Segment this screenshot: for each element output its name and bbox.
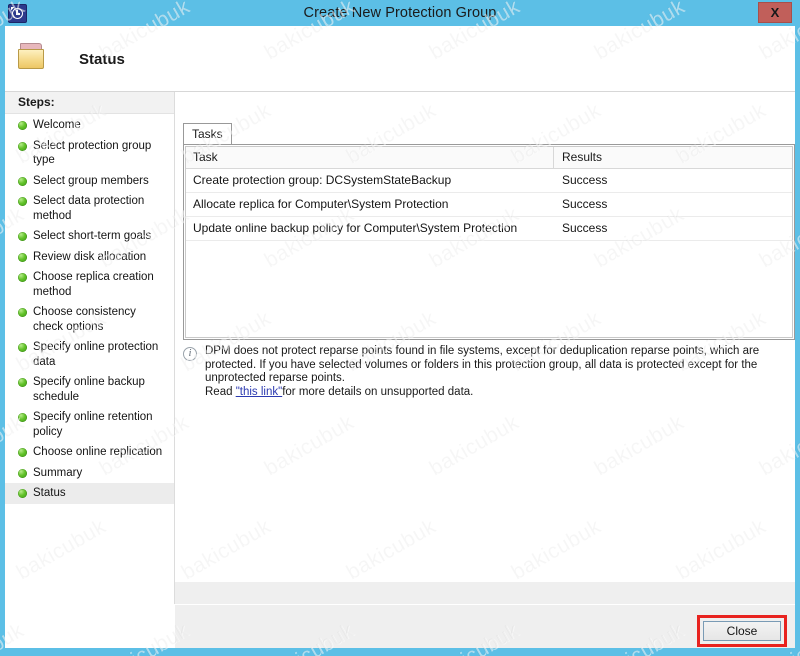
sidebar-step-choose-replica-creation-method[interactable]: Choose replica creation method (5, 267, 174, 302)
column-header-task[interactable]: Task (186, 147, 554, 168)
sidebar-step-label: Review disk allocation (33, 250, 147, 263)
sidebar-step-select-data-protection-method[interactable]: Select data protection method (5, 191, 174, 226)
sidebar-step-label: Summary (33, 466, 83, 479)
footer-upper-band (175, 582, 795, 604)
close-button[interactable]: Close (703, 621, 781, 641)
step-status-bullet-icon (18, 121, 27, 130)
step-status-bullet-icon (18, 413, 27, 422)
sidebar-step-review-disk-allocation[interactable]: Review disk allocation (5, 247, 174, 268)
step-status-bullet-icon (18, 343, 27, 352)
tab-strip: Tasks (183, 123, 795, 145)
tasks-table-frame: Task Results Create protection group: DC… (183, 144, 795, 340)
info-icon: i (183, 347, 197, 361)
step-status-bullet-icon (18, 378, 27, 387)
sidebar-step-status[interactable]: Status (5, 483, 174, 504)
title-bar: Create New Protection Group X (0, 0, 800, 26)
sidebar-step-label: Select short-term goals (33, 230, 152, 242)
window-close-button[interactable]: X (758, 2, 792, 23)
sidebar-step-label: Specify online retention policy (33, 411, 153, 438)
tasks-table-body: Create protection group: DCSystemStateBa… (186, 169, 792, 241)
step-status-bullet-icon (18, 468, 27, 478)
info-note-suffix: for more details on unsupported data. (282, 385, 474, 398)
step-status-bullet-icon (18, 273, 27, 282)
table-row[interactable]: Create protection group: DCSystemStateBa… (186, 169, 792, 193)
main-panel: Tasks Task Results Create protection gro… (175, 92, 795, 604)
sidebar-step-label: Select group members (33, 174, 149, 187)
column-header-results[interactable]: Results (554, 147, 792, 168)
sidebar-step-specify-online-backup-schedule[interactable]: Specify online backup schedule (5, 372, 174, 407)
dialog-client-area: Status Steps: Welcome Select protection g… (5, 26, 795, 648)
sidebar-step-label: Choose replica creation method (33, 271, 154, 298)
result-cell: Success (562, 173, 608, 187)
sidebar-step-label: Select data protection method (33, 195, 145, 222)
steps-heading-label: Steps: (18, 95, 55, 109)
step-status-bullet-icon (18, 448, 27, 457)
sidebar-step-label: Specify online backup schedule (33, 376, 145, 403)
sidebar-step-choose-consistency-check-options[interactable]: Choose consistency check options (5, 302, 174, 337)
step-status-bullet-icon (18, 252, 27, 262)
dialog-footer: Close (175, 604, 795, 648)
dialog-window: Create New Protection Group X Status Ste… (0, 0, 800, 656)
info-note-prefix: Read (205, 385, 236, 398)
page-header: Status (5, 26, 795, 92)
steps-list: Welcome Select protection group type Selec… (5, 115, 174, 504)
sidebar-step-label: Select protection group type (33, 139, 152, 167)
step-status-bullet-icon (18, 232, 27, 241)
sidebar-step-label: Welcome (33, 119, 81, 131)
steps-sidebar: Steps: Welcome Select protection group ty… (5, 92, 175, 604)
sidebar-step-welcome[interactable]: Welcome (5, 115, 174, 136)
sidebar-step-select-short-term-goals[interactable]: Select short-term goals (5, 226, 174, 247)
task-cell: Update online backup policy for Computer… (193, 221, 518, 235)
result-cell: Success (562, 221, 608, 235)
open-folder-icon (18, 43, 52, 73)
tab-tasks[interactable]: Tasks (183, 123, 232, 145)
sidebar-step-specify-online-retention-policy[interactable]: Specify online retention policy (5, 407, 174, 442)
step-status-bullet-icon (18, 197, 27, 206)
sidebar-step-label: Choose consistency check options (33, 306, 136, 333)
info-note-paragraph-2: Read "this link"for more details on unsu… (205, 386, 765, 400)
sidebar-step-label: Specify online protection data (33, 341, 159, 368)
step-status-bullet-icon (18, 141, 27, 151)
steps-heading: Steps: (5, 92, 174, 114)
tasks-table: Task Results Create protection group: DC… (185, 146, 793, 338)
info-note-body: DPM does not protect reparse points foun… (205, 345, 765, 399)
task-cell: Create protection group: DCSystemStateBa… (193, 173, 452, 187)
table-row[interactable]: Allocate replica for Computer\System Pro… (186, 193, 792, 217)
sidebar-step-select-group-members[interactable]: Select group members (5, 171, 174, 192)
sidebar-step-summary[interactable]: Summary (5, 463, 174, 484)
sidebar-step-label: Status (33, 487, 66, 499)
result-cell: Success (562, 197, 608, 211)
sidebar-step-specify-online-protection-data[interactable]: Specify online protection data (5, 337, 174, 372)
table-row[interactable]: Update online backup policy for Computer… (186, 217, 792, 241)
sidebar-step-label: Choose online replication (33, 446, 163, 458)
sidebar-step-choose-online-replication[interactable]: Choose online replication (5, 442, 174, 463)
step-status-bullet-icon (18, 308, 27, 317)
sidebar-step-select-protection-group-type[interactable]: Select protection group type (5, 136, 174, 171)
this-link-link[interactable]: "this link" (236, 386, 283, 398)
window-title: Create New Protection Group (303, 5, 497, 21)
step-status-bullet-icon (18, 176, 27, 186)
step-status-bullet-icon (18, 489, 27, 498)
info-note-paragraph-1: DPM does not protect reparse points foun… (205, 345, 760, 385)
task-cell: Allocate replica for Computer\System Pro… (193, 197, 449, 211)
page-title: Status (79, 51, 125, 68)
tasks-table-header: Task Results (186, 147, 792, 169)
